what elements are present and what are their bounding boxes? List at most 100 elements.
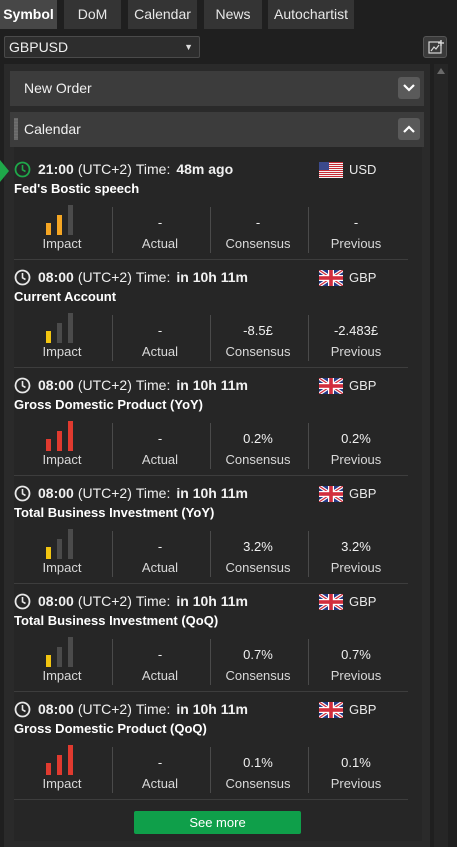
- calendar-event[interactable]: 08:00 (UTC+2) Time: in 10h 11m Total Busines…: [14, 476, 408, 584]
- clock-icon: [14, 485, 31, 502]
- calendar-event[interactable]: 08:00 (UTC+2) Time: in 10h 11m Current Accou…: [14, 260, 408, 368]
- clock-icon: [14, 269, 31, 286]
- impact-bar: [68, 313, 73, 343]
- impact-bars-icon: [46, 313, 78, 343]
- impact-bars-icon: [46, 529, 78, 559]
- scroll-up-icon[interactable]: [437, 68, 445, 74]
- previous-value: 0.1%: [341, 755, 371, 770]
- open-chart-button[interactable]: [423, 36, 447, 58]
- tab-dom[interactable]: DoM: [64, 0, 121, 29]
- expand-new-order-button[interactable]: [398, 77, 420, 99]
- impact-bar: [57, 431, 62, 451]
- collapse-calendar-button[interactable]: [398, 118, 420, 140]
- event-divider: [14, 799, 408, 800]
- event-time-line: 08:00 (UTC+2) Time: in 10h 11m: [38, 377, 248, 394]
- impact-stat: Impact: [14, 421, 110, 471]
- event-time: 21:00: [38, 161, 74, 177]
- calendar-event[interactable]: 08:00 (UTC+2) Time: in 10h 11m Gross Domesti…: [14, 368, 408, 476]
- impact-stat: Impact: [14, 637, 110, 687]
- tab-symbol[interactable]: Symbol: [0, 0, 57, 29]
- tab-news[interactable]: News: [204, 0, 262, 29]
- actual-value: -: [157, 431, 163, 446]
- see-more-button[interactable]: See more: [134, 811, 301, 834]
- calendar-event[interactable]: 21:00 (UTC+2) Time: 48m ago Fed's Bostic spe…: [0, 152, 408, 260]
- event-time-line: 08:00 (UTC+2) Time: in 10h 11m: [38, 269, 248, 286]
- previous-stat: 3.2% Previous: [308, 529, 404, 579]
- time-remaining: in 10h 11m: [176, 593, 248, 609]
- impact-bar: [46, 331, 51, 343]
- actual-label: Actual: [141, 236, 179, 251]
- consensus-label: Consensus: [225, 452, 291, 467]
- impact-label: Impact: [42, 776, 82, 791]
- scrollbar[interactable]: [434, 64, 448, 847]
- previous-value: 3.2%: [341, 539, 371, 554]
- consensus-value: 0.7%: [243, 647, 273, 662]
- impact-stat: Impact: [14, 745, 110, 795]
- consensus-stat: 0.7% Consensus: [210, 637, 306, 687]
- consensus-stat: -8.5£ Consensus: [210, 313, 306, 363]
- actual-label: Actual: [141, 668, 179, 683]
- previous-stat: -2.483£ Previous: [308, 313, 404, 363]
- impact-stat: Impact: [14, 529, 110, 579]
- impact-bar: [46, 763, 51, 775]
- chevron-up-icon: [403, 125, 415, 133]
- time-label: Time:: [135, 593, 171, 609]
- time-remaining: in 10h 11m: [176, 701, 248, 717]
- event-name: Gross Domestic Product (QoQ): [14, 721, 207, 736]
- event-currency: GBP: [349, 270, 377, 285]
- clock-icon: [14, 377, 31, 394]
- event-stats: Impact - Actual 0.2% Consensus 0.2% Previous: [14, 421, 408, 471]
- impact-bar: [46, 547, 51, 559]
- consensus-label: Consensus: [225, 560, 291, 575]
- event-timezone: (UTC+2): [77, 593, 132, 609]
- clock-icon: [14, 161, 31, 178]
- time-remaining: in 10h 11m: [176, 377, 248, 393]
- actual-label: Actual: [141, 560, 179, 575]
- us-flag-icon: [319, 162, 343, 178]
- consensus-value: -8.5£: [243, 323, 273, 338]
- calendar-event[interactable]: 08:00 (UTC+2) Time: in 10h 11m Total Busines…: [14, 584, 408, 692]
- event-timezone: (UTC+2): [77, 701, 132, 717]
- consensus-stat: 3.2% Consensus: [210, 529, 306, 579]
- consensus-value: 3.2%: [243, 539, 273, 554]
- actual-label: Actual: [141, 344, 179, 359]
- previous-stat: 0.7% Previous: [308, 637, 404, 687]
- consensus-value: 0.2%: [243, 431, 273, 446]
- previous-label: Previous: [330, 560, 382, 575]
- impact-label: Impact: [42, 344, 82, 359]
- clock-icon: [14, 593, 31, 610]
- new-order-header[interactable]: New Order: [10, 71, 424, 106]
- impact-label: Impact: [42, 560, 82, 575]
- event-currency: GBP: [349, 378, 377, 393]
- impact-bar: [68, 529, 73, 559]
- symbol-value: GBPUSD: [9, 39, 69, 55]
- previous-stat: 0.2% Previous: [308, 421, 404, 471]
- event-currency: GBP: [349, 486, 377, 501]
- actual-stat: - Actual: [112, 313, 208, 363]
- impact-bar: [68, 745, 73, 775]
- event-stats: Impact - Actual 3.2% Consensus 3.2% Previous: [14, 529, 408, 579]
- impact-bar: [46, 655, 51, 667]
- impact-bars-icon: [46, 745, 78, 775]
- consensus-label: Consensus: [225, 236, 291, 251]
- tab-calendar[interactable]: Calendar: [128, 0, 197, 29]
- event-name: Fed's Bostic speech: [14, 181, 140, 196]
- event-stats: Impact - Actual -8.5£ Consensus -2.483£ Previo…: [14, 313, 408, 363]
- consensus-stat: - Consensus: [210, 205, 306, 255]
- previous-label: Previous: [330, 452, 382, 467]
- event-time-line: 08:00 (UTC+2) Time: in 10h 11m: [38, 485, 248, 502]
- event-timezone: (UTC+2): [77, 377, 132, 393]
- calendar-header[interactable]: Calendar: [10, 112, 424, 147]
- impact-bars-icon: [46, 421, 78, 451]
- symbol-select[interactable]: GBPUSD ▼: [4, 36, 200, 58]
- tab-bar: Symbol DoM Calendar News Autochartist: [0, 0, 457, 29]
- drag-grip-icon[interactable]: [14, 118, 18, 140]
- previous-label: Previous: [330, 668, 382, 683]
- calendar-title: Calendar: [24, 121, 81, 137]
- previous-stat: - Previous: [308, 205, 404, 255]
- event-currency: USD: [349, 162, 377, 177]
- previous-value: 0.7%: [341, 647, 371, 662]
- calendar-event[interactable]: 08:00 (UTC+2) Time: in 10h 11m Gross Domesti…: [14, 692, 408, 800]
- tab-autochartist[interactable]: Autochartist: [268, 0, 354, 29]
- impact-bars-icon: [46, 205, 78, 235]
